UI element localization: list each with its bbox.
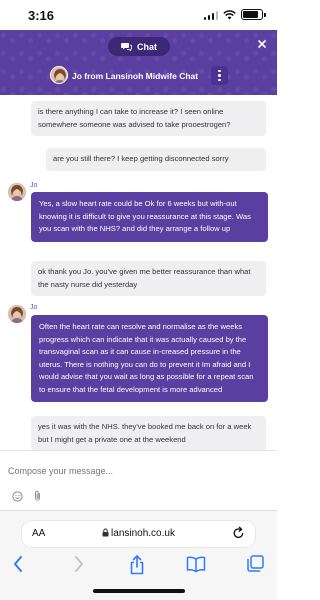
user-message: ok thank you Jo. you've given me better … <box>31 261 266 296</box>
lock-icon <box>102 528 109 537</box>
battery-icon <box>241 9 266 20</box>
more-dot-icon <box>218 78 221 82</box>
status-time: 3:16 <box>28 8 55 23</box>
share-icon[interactable] <box>129 555 145 575</box>
back-icon[interactable] <box>12 555 24 573</box>
bookmarks-icon[interactable] <box>186 555 206 573</box>
chat-label: Chat <box>137 41 157 52</box>
battery-level <box>243 11 259 18</box>
home-indicator <box>93 589 185 593</box>
agent-message: Often the heart rate can resolve and nor… <box>31 315 268 402</box>
user-message: yes it was with the NHS. they've booked … <box>31 416 266 450</box>
emoji-icon[interactable] <box>12 490 23 502</box>
agent-avatar-small <box>8 183 26 201</box>
tabs-icon[interactable] <box>247 555 264 572</box>
user-message: is there anything I can take to increase… <box>31 101 266 136</box>
agent-avatar-small <box>8 305 26 323</box>
compose-message-input[interactable] <box>8 463 258 479</box>
agent-sender-name: Jo <box>30 304 38 311</box>
forward-icon[interactable] <box>73 555 85 573</box>
attachment-icon[interactable] <box>33 490 42 502</box>
status-bar: 3:16 <box>0 0 277 30</box>
status-icons <box>203 9 266 20</box>
message-list[interactable]: is there anything I can take to increase… <box>0 95 277 450</box>
url-text: lansinoh.co.uk <box>111 528 175 539</box>
chat-bubbles-icon <box>121 43 132 51</box>
url-display[interactable]: lansinoh.co.uk <box>22 528 255 539</box>
agent-title: Jo from Lansinoh Midwife Chat <box>72 71 199 81</box>
chat-header: Chat Jo from Lansinoh Midwife Chat <box>0 30 277 95</box>
wifi-icon <box>223 9 236 19</box>
cellular-signal-icon <box>203 10 218 20</box>
more-dot-icon <box>218 69 221 73</box>
more-options-button[interactable] <box>211 66 228 85</box>
reload-icon[interactable] <box>232 526 245 540</box>
more-dot-icon <box>218 74 221 77</box>
compose-tools <box>12 490 42 502</box>
agent-sender-name: Jo <box>30 182 38 189</box>
close-icon <box>258 40 266 48</box>
compose-area <box>0 450 277 510</box>
browser-bar: AA lansinoh.co.uk <box>0 510 277 600</box>
close-button[interactable] <box>258 37 266 51</box>
agent-avatar <box>50 66 68 84</box>
agent-message: Yes, a slow heart rate could be Ok for 6… <box>31 192 268 242</box>
address-bar[interactable]: AA lansinoh.co.uk <box>22 521 255 547</box>
user-message: are you still there? I keep getting disc… <box>46 148 266 171</box>
chat-pill: Chat <box>108 37 170 56</box>
browser-toolbar <box>0 555 277 579</box>
